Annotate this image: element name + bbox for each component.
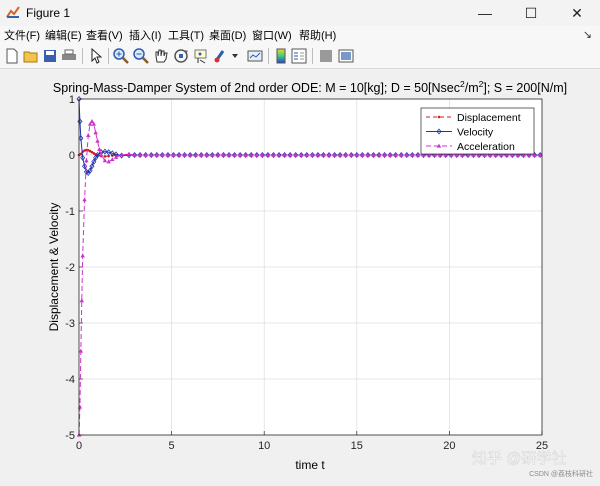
y-tick-label: -4 xyxy=(65,374,75,386)
minimize-button[interactable]: — xyxy=(462,0,508,26)
legend[interactable]: Displacement Velocity Acceleration xyxy=(420,107,535,155)
new-figure-icon[interactable] xyxy=(3,47,21,65)
legend-label: Velocity xyxy=(457,127,494,139)
close-button[interactable]: ✕ xyxy=(554,0,600,26)
window-title-bar: Figure 1 — ☐ ✕ xyxy=(0,0,600,27)
y-axis-label: Displacement & Velocity xyxy=(47,203,61,332)
menu-desktop[interactable]: 桌面(D) xyxy=(209,27,246,43)
y-tick-label: -1 xyxy=(65,206,75,218)
legend-label: Displacement xyxy=(457,112,521,124)
menu-bar: 文件(F) 编辑(E) 查看(V) 插入(I) 工具(T) 桌面(D) 窗口(W… xyxy=(0,26,600,44)
zoom-out-icon[interactable] xyxy=(132,47,150,65)
data-point xyxy=(437,115,441,119)
y-tick-label: -5 xyxy=(65,430,75,442)
x-tick-label: 0 xyxy=(76,440,82,452)
watermark-main: 知乎 @研学社 xyxy=(472,450,566,467)
y-tick-label: 1 xyxy=(69,94,75,106)
y-tick-label: 0 xyxy=(69,150,75,162)
hide-plot-tools-icon[interactable] xyxy=(317,47,335,65)
toolbar-separator xyxy=(82,48,83,64)
edit-plot-arrow-icon[interactable] xyxy=(87,47,105,65)
toolbar-separator xyxy=(268,48,269,64)
toolbar-separator xyxy=(108,48,109,64)
pan-hand-icon[interactable] xyxy=(152,47,170,65)
data-point xyxy=(103,155,107,158)
chart-title: Spring-Mass-Damper System of 2nd order O… xyxy=(53,79,567,95)
window-title: Figure 1 xyxy=(26,6,71,20)
brush-icon[interactable] xyxy=(212,47,230,65)
toolbar-separator xyxy=(312,48,313,64)
colorbar-icon[interactable] xyxy=(272,47,290,65)
menu-overflow-arrow[interactable]: ↘ xyxy=(583,28,592,41)
menu-file[interactable]: 文件(F) xyxy=(4,27,40,43)
menu-view[interactable]: 查看(V) xyxy=(86,27,123,43)
maximize-button[interactable]: ☐ xyxy=(508,0,554,26)
x-tick-label: 20 xyxy=(443,440,455,452)
menu-help[interactable]: 帮助(H) xyxy=(299,27,336,43)
x-axis-label: time t xyxy=(295,458,325,472)
x-tick-label: 5 xyxy=(169,440,175,452)
figure-canvas: 0 5 10 15 20 25 -5 -4 -3 -2 -1 0 1 Spring-Mass-Dampe… xyxy=(0,69,600,481)
brush-dropdown-icon[interactable] xyxy=(230,47,240,65)
legend-icon[interactable] xyxy=(290,47,308,65)
y-tick-label: -2 xyxy=(65,262,75,274)
menu-window[interactable]: 窗口(W) xyxy=(252,27,292,43)
save-icon[interactable] xyxy=(41,47,59,65)
menu-insert[interactable]: 插入(I) xyxy=(129,27,161,43)
y-tick-label: -3 xyxy=(65,318,75,330)
menu-edit[interactable]: 编辑(E) xyxy=(45,27,82,43)
data-cursor-icon[interactable] xyxy=(192,47,210,65)
rotate-3d-icon[interactable] xyxy=(172,47,190,65)
menu-tools[interactable]: 工具(T) xyxy=(168,27,204,43)
watermark-sub: CSDN @荔枝科研社 xyxy=(529,469,593,478)
show-plot-tools-icon[interactable] xyxy=(337,47,355,65)
link-plot-icon[interactable] xyxy=(246,47,264,65)
open-file-icon[interactable] xyxy=(22,47,40,65)
legend-label: Acceleration xyxy=(457,141,515,153)
line-chart[interactable]: 0 5 10 15 20 25-5-4-3-2-101 Spring-Mass-Dampe… xyxy=(0,69,600,481)
matlab-figure-icon xyxy=(6,6,20,18)
figure-toolbar xyxy=(0,44,600,69)
zoom-in-icon[interactable] xyxy=(112,47,130,65)
x-tick-label: 15 xyxy=(351,440,363,452)
x-tick-label: 10 xyxy=(258,440,270,452)
print-icon[interactable] xyxy=(60,47,78,65)
